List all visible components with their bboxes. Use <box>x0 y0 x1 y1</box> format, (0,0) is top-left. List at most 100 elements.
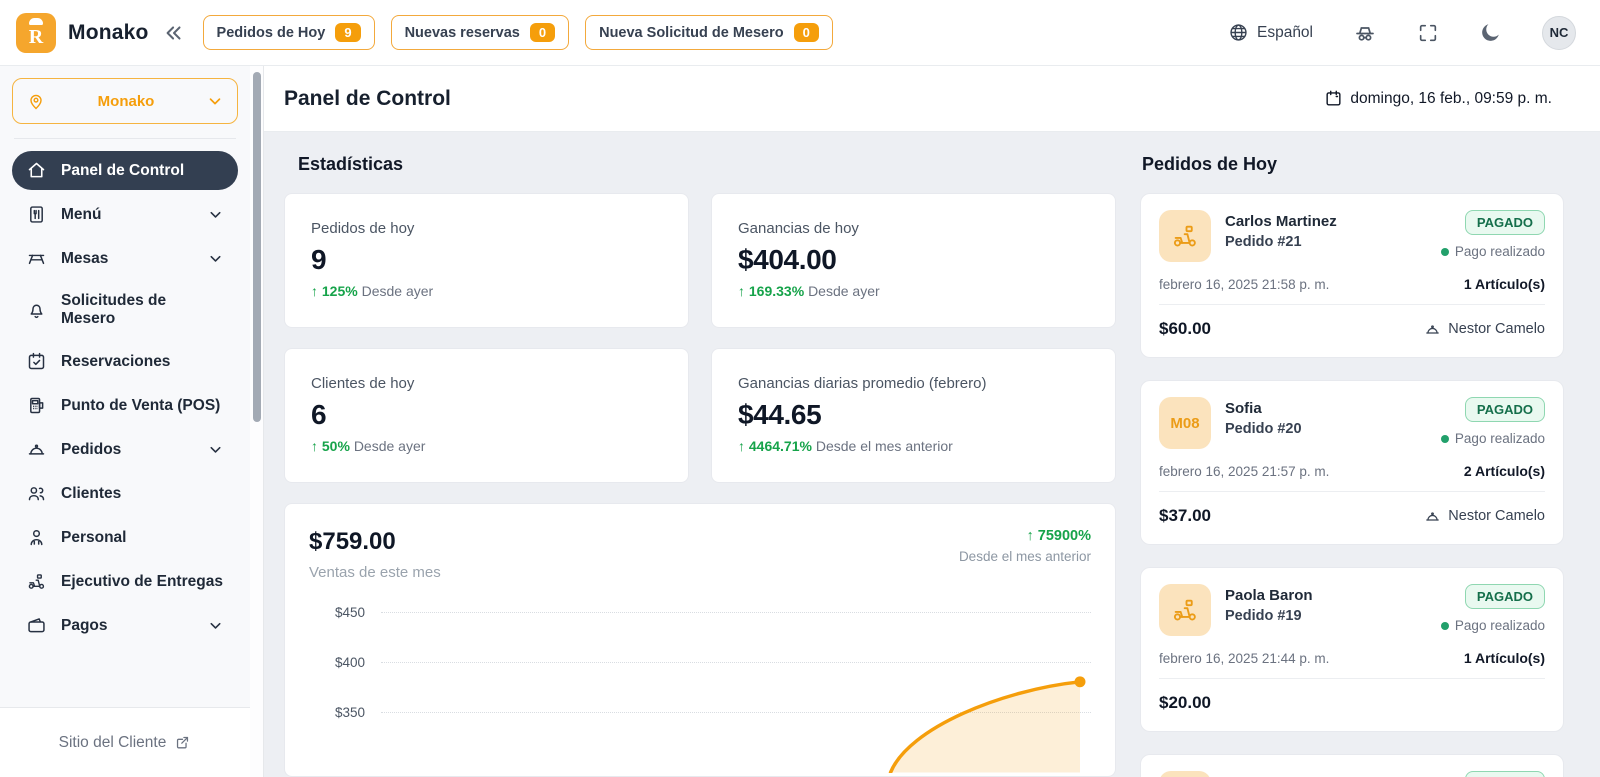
order-card[interactable]: Paola Baron Pedido #19 PAGADO Pago reali… <box>1140 567 1564 732</box>
divider <box>1159 304 1545 305</box>
avatar-initials: NC <box>1550 25 1569 40</box>
chart-subtitle: Ventas de este mes <box>309 564 441 581</box>
main-area: Panel de Control domingo, 16 feb., 09:59… <box>264 66 1600 777</box>
order-card[interactable]: M08 Sofia Pedido #20 PAGADO Pago realiza… <box>1140 380 1564 545</box>
page-header: Panel de Control domingo, 16 feb., 09:59… <box>264 66 1600 132</box>
user-avatar[interactable]: NC <box>1542 16 1576 50</box>
home-icon <box>26 160 47 181</box>
sidebar-item-ejecutivo-de-entregas[interactable]: Ejecutivo de Entregas <box>12 562 238 601</box>
new-reservations-label: Nuevas reservas <box>405 25 520 41</box>
stat-card-ganancias-de-hoy: Ganancias de hoy $404.00 ↑ 169.33% Desde… <box>711 193 1116 328</box>
order-total: $37.00 <box>1159 506 1211 526</box>
new-waiter-request-label: Nueva Solicitud de Mesero <box>599 25 784 41</box>
client-site-link[interactable]: Sitio del Cliente <box>59 734 192 752</box>
wallet-icon <box>26 615 47 636</box>
stat-value: 9 <box>311 244 662 276</box>
external-link-icon <box>174 734 191 751</box>
new-waiter-request-button[interactable]: Nueva Solicitud de Mesero 0 <box>585 15 833 50</box>
chart-delta-period: Desde el mes anterior <box>959 549 1091 564</box>
sales-line-series <box>365 610 1103 773</box>
users-icon <box>26 483 47 504</box>
table-code-badge: M08 <box>1159 397 1211 449</box>
pos-terminal-icon <box>26 395 47 416</box>
order-items-count: 2 Artículo(s) <box>1464 463 1545 479</box>
order-datetime: febrero 16, 2025 21:44 p. m. <box>1159 651 1329 666</box>
top-bar: R Monako Pedidos de Hoy 9 Nuevas reserva… <box>0 0 1600 66</box>
sidebar-item-label: Clientes <box>61 485 121 503</box>
branch-name: Monako <box>46 93 206 110</box>
customer-name: Paola Baron <box>1225 587 1427 604</box>
chevron-down-icon <box>207 250 224 267</box>
cloche-icon <box>1424 508 1441 525</box>
cloche-icon <box>26 439 47 460</box>
branch-selector[interactable]: Monako <box>12 78 238 124</box>
sidebar-scrollbar-thumb[interactable] <box>253 72 261 422</box>
stat-delta: ↑ 125% Desde ayer <box>311 283 662 299</box>
stat-delta-period: Desde el mes anterior <box>816 438 953 454</box>
chart-delta-percent: ↑ 75900% <box>959 528 1091 544</box>
cloche-icon <box>1424 321 1441 338</box>
calendar-icon <box>1324 89 1343 108</box>
sidebar-item-punto-de-venta-pos[interactable]: Punto de Venta (POS) <box>12 386 238 425</box>
incognito-icon <box>1353 21 1377 45</box>
status-badge: PAGADO <box>1465 397 1545 422</box>
stat-card-pedidos-de-hoy: Pedidos de hoy 9 ↑ 125% Desde ayer <box>284 193 689 328</box>
order-datetime: febrero 16, 2025 21:57 p. m. <box>1159 464 1329 479</box>
order-card[interactable]: PAGADO <box>1140 754 1564 777</box>
green-dot-icon <box>1441 248 1449 256</box>
sidebar-item-mesas[interactable]: Mesas <box>12 239 238 278</box>
sidebar-item-pagos[interactable]: Pagos <box>12 606 238 645</box>
chevron-down-icon <box>207 617 224 634</box>
sidebar-item-panel-de-control[interactable]: Panel de Control <box>12 151 238 190</box>
chart-header: $759.00 Ventas de este mes ↑ 75900% Desd… <box>309 528 1091 581</box>
order-datetime: febrero 16, 2025 21:58 p. m. <box>1159 277 1329 292</box>
sidebar-item-menu[interactable]: Menú <box>12 195 238 234</box>
sidebar-scrollbar <box>250 66 264 777</box>
green-dot-icon <box>1441 622 1449 630</box>
order-card[interactable]: Carlos Martinez Pedido #21 PAGADO Pago r… <box>1140 193 1564 358</box>
current-date: domingo, 16 feb., 09:59 p. m. <box>1324 89 1552 108</box>
stat-label: Ganancias de hoy <box>738 220 1089 237</box>
stat-value: 6 <box>311 399 662 431</box>
language-selector[interactable]: Español <box>1228 22 1313 43</box>
sidebar-item-label: Solicitudes de Mesero <box>61 292 224 328</box>
sidebar-item-reservaciones[interactable]: Reservaciones <box>12 342 238 381</box>
todays-orders-label: Pedidos de Hoy <box>217 25 326 41</box>
page-title: Panel de Control <box>284 87 451 111</box>
todays-orders-button[interactable]: Pedidos de Hoy 9 <box>203 15 375 50</box>
status-badge: PAGADO <box>1465 771 1545 777</box>
collapse-sidebar-button[interactable] <box>163 22 185 44</box>
sidebar-item-pedidos[interactable]: Pedidos <box>12 430 238 469</box>
customer-name: Sofia <box>1225 400 1427 417</box>
stat-delta-percent: ↑ 4464.71% <box>738 438 812 454</box>
delivery-scooter-icon <box>1159 210 1211 262</box>
sidebar-item-label: Menú <box>61 206 101 224</box>
privacy-mode-button[interactable] <box>1353 21 1377 45</box>
sidebar-item-solicitudes-de-mesero[interactable]: Solicitudes de Mesero <box>12 283 238 337</box>
customer-name: Carlos Martinez <box>1225 213 1427 230</box>
brand-name: Monako <box>68 21 149 45</box>
sidebar-item-label: Ejecutivo de Entregas <box>61 573 223 591</box>
sidebar-item-clientes[interactable]: Clientes <box>12 474 238 513</box>
todays-orders-panel: Pedidos de Hoy Carlos Martinez Pedido #2… <box>1140 150 1564 777</box>
new-reservations-button[interactable]: Nuevas reservas 0 <box>391 15 570 50</box>
new-reservations-count-badge: 0 <box>530 23 555 42</box>
chevron-down-icon <box>207 441 224 458</box>
order-number: Pedido #19 <box>1225 608 1427 624</box>
person-icon <box>26 527 47 548</box>
payment-status: Pago realizado <box>1441 618 1545 633</box>
new-waiter-request-count-badge: 0 <box>794 23 819 42</box>
stat-value: $44.65 <box>738 399 1089 431</box>
location-pin-icon <box>26 91 46 111</box>
green-dot-icon <box>1441 435 1449 443</box>
fullscreen-button[interactable] <box>1417 22 1439 44</box>
sidebar-item-personal[interactable]: Personal <box>12 518 238 557</box>
date-text: domingo, 16 feb., 09:59 p. m. <box>1350 90 1552 108</box>
dark-mode-toggle[interactable] <box>1479 21 1502 44</box>
scooter-icon <box>26 571 47 592</box>
status-badge: PAGADO <box>1465 584 1545 609</box>
sidebar-item-label: Pedidos <box>61 441 121 459</box>
chart-total: $759.00 <box>309 528 441 556</box>
stat-delta-period: Desde ayer <box>362 283 434 299</box>
status-badge: PAGADO <box>1465 210 1545 235</box>
